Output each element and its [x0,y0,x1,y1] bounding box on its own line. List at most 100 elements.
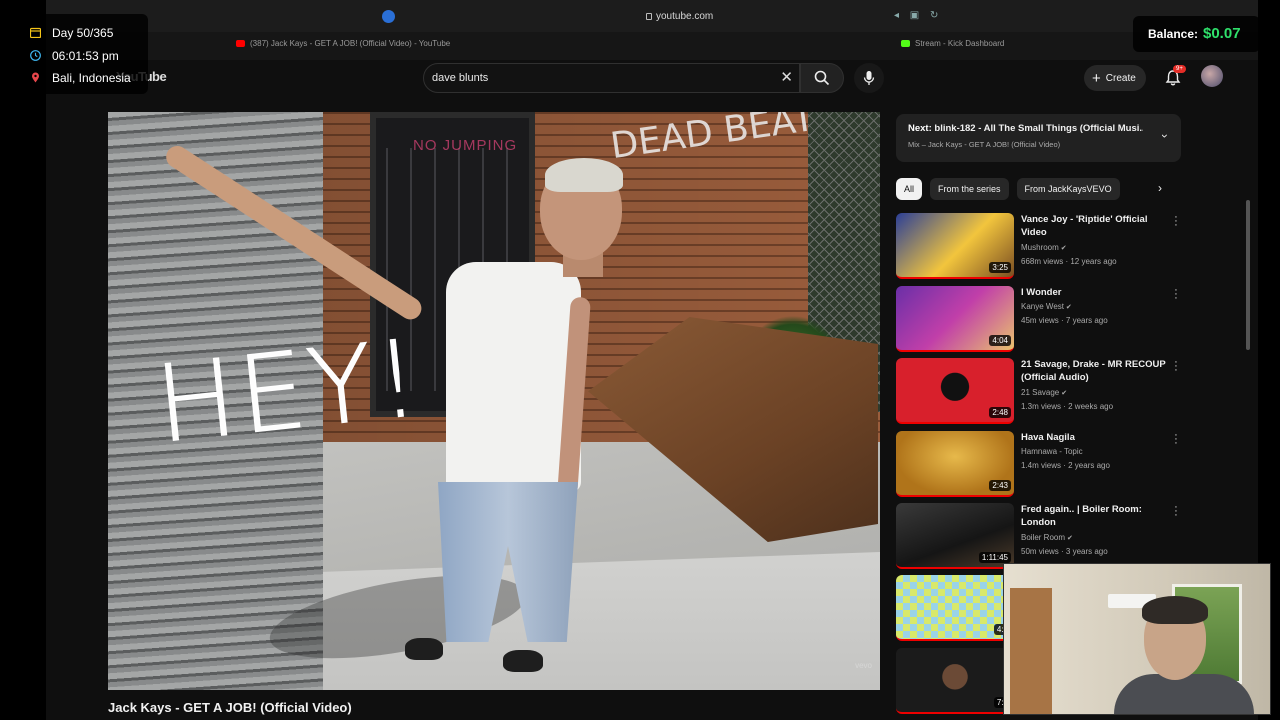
recommendation-item[interactable]: 2:43 Hava Nagila Hamnawa - Topic 1.4m vi… [896,430,1186,497]
up-next-title: Next: blink-182 - All The Small Things (… [908,123,1143,134]
up-next-panel[interactable]: Next: blink-182 - All The Small Things (… [896,114,1181,162]
location-pin-icon [32,72,39,83]
calendar-icon [30,27,41,38]
recommendation-channel[interactable]: Mushroom ✔ [1021,243,1067,252]
browser-toolbar: youtube.com ◂ ▣ ↻ [46,0,1258,32]
notification-count-badge: 9+ [1173,65,1186,73]
video-figure-shoe [405,638,443,660]
day-text: Day 50/365 [52,26,114,40]
create-label: Create [1105,72,1136,84]
more-options-icon[interactable]: · · · [1173,502,1179,521]
url-text: youtube.com [656,11,714,22]
verified-check-icon: ✔ [1063,304,1072,311]
voice-search-button[interactable] [854,63,884,93]
chip-from-series[interactable]: From the series [930,178,1009,200]
verified-check-icon: ✔ [1058,245,1067,252]
search-query: dave blunts [432,72,489,84]
tab-label: Stream - Kick Dashboard [915,39,1005,48]
page-scrollbar[interactable] [1246,200,1250,350]
recommendation-meta: 1.4m views · 2 years ago [1021,461,1110,470]
recommendation-title[interactable]: Fred again.. | Boiler Room: London [1021,503,1166,529]
balance-value: $0.07 [1203,25,1241,42]
chevron-down-icon[interactable]: › [1158,134,1172,138]
account-avatar[interactable] [1201,65,1223,87]
recommendation-channel[interactable]: 21 Savage ✔ [1021,388,1067,397]
webcam-person-hair [1142,596,1208,624]
filter-chips: All From the series From JackKaysVEVO [896,178,1120,200]
more-options-icon[interactable]: · · · [1173,285,1179,304]
tab-kick[interactable]: Stream - Kick Dashboard [901,39,1004,48]
recommendation-item[interactable]: 2:48 21 Savage, Drake - MR RECOUP (Offic… [896,357,1186,424]
youtube-header: YouTube dave blunts ✕ + Create 9+ [46,60,1258,100]
video-player[interactable]: NO JUMPING DEAD BEAT HEY! vevo [108,112,880,690]
address-bar[interactable]: youtube.com [646,11,713,22]
video-thumbnail[interactable]: 4:04 [896,286,1014,352]
plus-icon: + [1092,69,1101,87]
webcam-door [1010,588,1052,714]
video-thumbnail[interactable]: 4:0 [896,575,1014,641]
recommendation-meta: 50m views · 3 years ago [1021,547,1108,556]
verified-check-icon: ✔ [1059,390,1068,397]
up-next-subtitle: Mix – Jack Kays - GET A JOB! (Official V… [908,140,1061,149]
recommendation-title[interactable]: Hava Nagila [1021,431,1166,444]
lock-icon [646,13,652,20]
video-figure-hair [545,158,623,192]
recommendation-title[interactable]: 21 Savage, Drake - MR RECOUP (Official A… [1021,358,1166,384]
video-figure-shoe [503,650,543,672]
verified-check-icon: ✔ [1065,535,1073,542]
time-text: 06:01:53 pm [52,49,119,63]
location-text: Bali, Indonesia [52,71,131,85]
recommendation-title[interactable]: Vance Joy - 'Riptide' Official Video [1021,213,1166,239]
tab-audio-controls[interactable]: ◂ ▣ ↻ [894,10,942,21]
chip-from-channel[interactable]: From JackKaysVEVO [1016,178,1120,200]
recommendation-item[interactable]: 3:25 Vance Joy - 'Riptide' Official Vide… [896,212,1186,279]
video-thumbnail[interactable]: 2:43 [896,431,1014,497]
duration-badge: 2:43 [989,480,1011,491]
video-neon-sign: NO JUMPING [413,137,518,154]
microphone-icon [863,71,875,85]
chip-all[interactable]: All [896,178,923,200]
browser-logo-icon [382,10,395,23]
video-thumbnail[interactable]: 2:48 [896,358,1014,424]
video-thumbnail[interactable]: 7:4 [896,648,1014,714]
tab-bar: (387) Jack Kays - GET A JOB! (Official V… [46,32,1258,60]
video-thumbnail[interactable]: 3:25 [896,213,1014,279]
search-button[interactable] [800,63,844,93]
balance-overlay: Balance: $0.07 [1133,16,1260,52]
stream-stats-overlay: Day 50/365 06:01:53 pm Bali, Indonesia [14,14,148,94]
create-button[interactable]: + Create [1084,65,1146,91]
recommendation-item[interactable]: 1:11:45 Fred again.. | Boiler Room: Lond… [896,502,1186,569]
recommendation-title[interactable]: I Wonder [1021,286,1166,299]
youtube-favicon-icon [236,40,245,47]
tab-youtube[interactable]: (387) Jack Kays - GET A JOB! (Official V… [236,39,450,48]
webcam-person-body [1114,674,1254,714]
duration-badge: 2:48 [989,407,1011,418]
search-icon [814,70,830,86]
chevron-right-icon[interactable]: › [1158,181,1162,195]
webcam-overlay [1003,563,1271,715]
video-watermark: vevo [855,661,872,670]
recommendation-channel[interactable]: Boiler Room ✔ [1021,533,1073,542]
clock-icon [30,50,41,61]
video-title: Jack Kays - GET A JOB! (Official Video) [108,700,352,715]
more-options-icon[interactable]: · · · [1173,430,1179,449]
duration-badge: 1:11:45 [978,552,1011,563]
clear-search-icon[interactable]: ✕ [780,68,793,86]
up-next-label: Next: [908,123,932,134]
balance-label: Balance: [1148,27,1199,41]
more-options-icon[interactable]: · · · [1173,357,1179,376]
search-input[interactable]: dave blunts ✕ [423,63,800,93]
recommendation-item[interactable]: 4:04 I Wonder Kanye West ✔ 45m views · 7… [896,285,1186,352]
tab-label: (387) Jack Kays - GET A JOB! (Official V… [250,39,451,48]
kick-favicon-icon [901,40,910,47]
more-options-icon[interactable]: · · · [1173,212,1179,231]
recommendation-meta: 668m views · 12 years ago [1021,257,1117,266]
duration-badge: 4:04 [989,335,1011,346]
up-next-video-title: blink-182 - All The Small Things (Offici… [934,123,1143,134]
recommendation-meta: 1.3m views · 2 weeks ago [1021,402,1114,411]
video-thumbnail[interactable]: 1:11:45 [896,503,1014,569]
recommendation-meta: 45m views · 7 years ago [1021,316,1108,325]
recommendation-channel[interactable]: Kanye West ✔ [1021,302,1072,311]
duration-badge: 3:25 [989,262,1011,273]
recommendation-channel[interactable]: Hamnawa - Topic [1021,447,1083,456]
